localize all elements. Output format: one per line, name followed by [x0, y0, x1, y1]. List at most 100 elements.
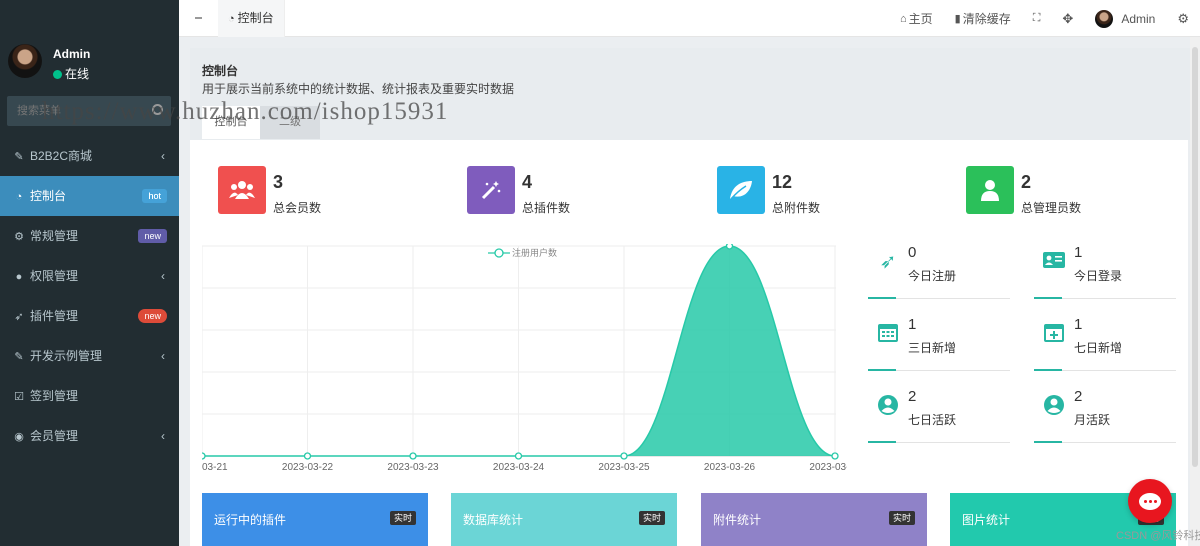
data-point	[303, 452, 312, 460]
scrollbar[interactable]	[1190, 37, 1200, 546]
sidebar-item-permission[interactable]: ● 权限管理 ‹	[0, 256, 179, 296]
chat-icon	[1139, 492, 1161, 510]
mini-stat-value: 1	[1074, 316, 1083, 333]
sidebar-item-signin[interactable]: ☑ 签到管理	[0, 376, 179, 416]
card-title: 数据库统计	[463, 513, 524, 527]
mini-stat-label: 七日新增	[1074, 341, 1123, 355]
fullscreen-icon: ✥	[1062, 10, 1074, 26]
group-icon: ●	[15, 271, 23, 283]
stat-value: 2	[1021, 172, 1032, 192]
top-right-links: ⌂ 主页 ▮ 清除缓存 ⛶ ✥ Admin ⚙	[889, 0, 1200, 37]
mini-stat-label: 今日登录	[1074, 269, 1123, 283]
user-icon	[966, 166, 1014, 214]
user-circle-icon: ◉	[14, 431, 24, 443]
sidebar-item-dashboard[interactable]: ◔ 控制台 hot	[0, 176, 179, 216]
legend-marker	[494, 248, 504, 258]
sidebar-item-plugins[interactable]: ➶ 插件管理 new	[0, 296, 179, 336]
scrollbar-thumb[interactable]	[1192, 47, 1198, 467]
users-icon	[218, 166, 266, 214]
status-text: 在线	[65, 67, 90, 81]
card-running-plugins[interactable]: 运行中的插件 实时	[202, 493, 428, 546]
home-icon: ⌂	[899, 12, 907, 25]
data-point	[202, 452, 206, 460]
user-panel: Admin 在线	[0, 38, 179, 88]
page-description: 用于展示当前系统中的统计数据、统计报表及重要实时数据	[202, 82, 515, 96]
card-title: 附件统计	[713, 513, 762, 527]
new-badge: new	[138, 309, 167, 323]
data-point	[409, 452, 417, 460]
clear-cache-label: 清除缓存	[962, 12, 1011, 26]
sidebar-item-label: 插件管理	[30, 309, 79, 323]
stat-value: 4	[522, 172, 533, 192]
user-menu-label: Admin	[1121, 11, 1156, 26]
user-status: 在线	[53, 65, 89, 82]
calendar-check-icon: ☑	[14, 391, 24, 403]
sidebar-item-members[interactable]: ◉ 会员管理 ‹	[0, 416, 179, 456]
sidebar-item-label: B2B2C商城	[30, 149, 93, 163]
accent-bar	[1034, 297, 1062, 299]
stat-label: 总附件数	[772, 201, 821, 215]
realtime-badge: 实时	[389, 511, 416, 525]
sidebar-item-label: 签到管理	[30, 389, 79, 403]
dashboard-icon: ◔	[228, 13, 235, 25]
mini-stat-value: 1	[908, 316, 917, 333]
stat-label: 总会员数	[273, 201, 322, 215]
sidebar-item-label: 控制台	[30, 189, 67, 203]
card-database-stats[interactable]: 数据库统计 实时	[451, 493, 677, 546]
sidebar-item-b2b2c[interactable]: ✎ B2B2C商城 ‹	[0, 136, 179, 176]
data-point	[725, 244, 734, 250]
dashboard-panel: 3 总会员数 4 总插件数 12 总附件数 2 总管理员数 2023-03-21…	[190, 140, 1188, 546]
x-tick-label: 2023-03-23	[387, 462, 439, 473]
mini-stat-label: 三日新增	[908, 341, 957, 355]
sidebar-item-dev-examples[interactable]: ✎ 开发示例管理 ‹	[0, 336, 179, 376]
accent-bar	[868, 297, 896, 299]
settings-toggle[interactable]: ⚙	[1166, 0, 1200, 37]
chevron-left-icon: ‹	[161, 429, 165, 443]
home-link[interactable]: ⌂ 主页	[889, 0, 944, 37]
avatar	[1095, 9, 1114, 28]
tab-dashboard[interactable]: ◔ 控制台	[218, 0, 285, 37]
cogs-icon: ⚙	[14, 231, 24, 243]
user-menu[interactable]: Admin	[1084, 0, 1166, 37]
accent-bar	[868, 369, 896, 371]
x-tick-label: 2023-03-27	[809, 462, 847, 473]
stat-value: 3	[273, 172, 284, 192]
mini-stat-seven-day-new: 1 七日新增	[1034, 316, 1176, 371]
clear-cache-link[interactable]: ▮ 清除缓存	[944, 0, 1022, 37]
chat-button[interactable]	[1128, 479, 1172, 523]
sidebar-item-general[interactable]: ⚙ 常规管理 new	[0, 216, 179, 256]
stat-label: 总管理员数	[1021, 201, 1082, 215]
online-dot-icon	[53, 70, 62, 79]
sidebar: Admin 在线 ✎ B2B2C商城 ‹ ◔ 控制台 hot ⚙ 常规管理 new ● 权限管…	[0, 0, 179, 546]
mini-stat-today-register: ➶ 0 今日注册	[868, 244, 1010, 299]
language-toggle[interactable]: ⛶	[1022, 0, 1052, 37]
mini-stat-label: 今日注册	[908, 269, 957, 283]
avatar[interactable]	[8, 44, 42, 78]
fullscreen-toggle[interactable]: ✥	[1051, 0, 1084, 37]
sidebar-item-label: 权限管理	[30, 269, 79, 283]
chevron-left-icon: ‹	[161, 349, 165, 363]
mini-stat-value: 2	[1074, 388, 1083, 405]
hot-badge: hot	[142, 189, 167, 203]
stat-label: 总插件数	[522, 201, 571, 215]
footer-tag: CSDN @风铃科技	[1116, 530, 1200, 542]
sidebar-nav: ✎ B2B2C商城 ‹ ◔ 控制台 hot ⚙ 常规管理 new ● 权限管理 ‹ ➶ 插件管理 n…	[0, 136, 179, 456]
x-tick-label: 2023-03-25	[598, 462, 650, 473]
sidebar-toggle-icon[interactable]	[195, 17, 202, 19]
stat-value: 12	[772, 172, 793, 192]
user-name: Admin	[53, 47, 91, 61]
accent-bar	[868, 441, 896, 443]
x-tick-label: 2023-03-22	[282, 462, 334, 473]
data-point	[514, 452, 523, 460]
mini-stat-seven-day-active: 2 七日活跃	[868, 388, 1010, 443]
x-tick-label: 2023-03-26	[704, 462, 756, 473]
mini-stat-today-login: 1 今日登录	[1034, 244, 1176, 299]
watermark-text: https://www.huzhan.com/ishop15931	[42, 98, 449, 125]
user-circle-icon	[1042, 394, 1066, 418]
x-tick-label: 2023-03-21	[202, 462, 228, 473]
realtime-badge: 实时	[888, 511, 915, 525]
cogs-icon: ⚙	[1177, 10, 1189, 26]
card-attachment-stats[interactable]: 附件统计 实时	[701, 493, 927, 546]
registration-chart: 2023-03-21 2023-03-22 2023-03-23 2023-03-24…	[202, 244, 847, 476]
mini-stat-value: 2	[908, 388, 917, 405]
